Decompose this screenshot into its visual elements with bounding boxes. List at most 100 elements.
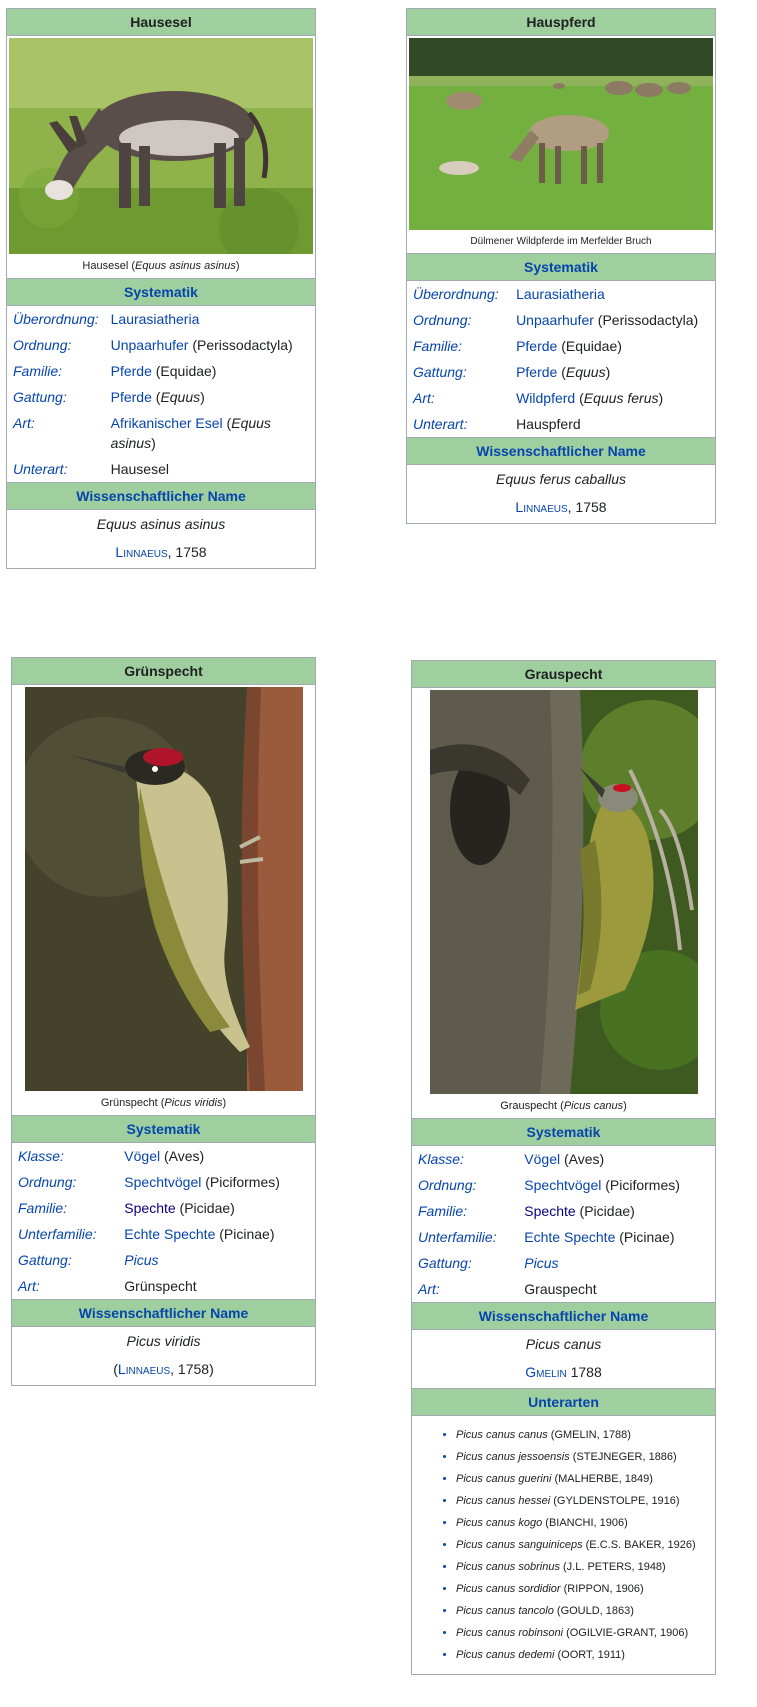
rank-row: Gattung: Pferde (Equus) — [407, 359, 715, 385]
taxon-latin: (Equidae) — [557, 338, 622, 354]
scientific-name: Equus ferus caballus — [407, 465, 715, 493]
taxon-latin: (Equidae) — [151, 363, 217, 379]
author-year: , 1758 — [567, 499, 607, 515]
paren-open: ( — [575, 390, 584, 406]
taxon-link[interactable]: Unpaarhufer — [516, 312, 594, 328]
taxon-link[interactable]: Pferde — [111, 389, 152, 405]
taxon-link[interactable]: Spechtvögel — [124, 1174, 201, 1190]
taxon-link[interactable]: Echte Spechte — [124, 1226, 215, 1242]
taxon-link[interactable]: Pferde — [516, 338, 557, 354]
rank-row: Familie: Pferde (Equidae) — [407, 333, 715, 359]
list-item: Picus canus dedemi (OORT, 1911) — [456, 1644, 709, 1666]
rank-row: Art: Grauspecht — [412, 1276, 715, 1302]
rank-row: Art: Afrikanischer Esel (Equus asinus) — [7, 410, 315, 456]
donkey-photo[interactable] — [9, 38, 313, 254]
list-item: Picus canus sanguiniceps (E.C.S. BAKER, … — [456, 1534, 709, 1556]
rank-row: Klasse: Vögel (Aves) — [12, 1143, 315, 1169]
infobox-title: Hauspferd — [407, 9, 715, 36]
list-item: Picus canus hessei (GYLDENSTOLPE, 1916) — [456, 1490, 709, 1512]
rank-label: Ordnung: — [413, 312, 472, 328]
scientific-name-text: Equus ferus caballus — [496, 471, 626, 487]
author-line: Linnaeus, 1758 — [407, 493, 715, 523]
grey-headed-woodpecker-photo[interactable] — [429, 690, 698, 1094]
rank-label: Überordnung: — [413, 286, 499, 302]
subspecies-name: Picus canus sobrinus — [456, 1561, 560, 1573]
rank-label: Gattung: — [18, 1252, 72, 1268]
scientific-name: Picus viridis — [12, 1327, 315, 1355]
taxon-name: Grünspecht — [124, 1278, 197, 1294]
wissenschaftlicher-name-header: Wissenschaftlicher Name — [12, 1299, 315, 1327]
rank-label: Art: — [413, 390, 435, 406]
subspecies-author: (OGILVIE-GRANT, 1906) — [563, 1627, 689, 1639]
author-link[interactable]: Gmelin — [525, 1364, 566, 1380]
systematik-table: Klasse: Vögel (Aves) Ordnung: Spechtvöge… — [12, 1143, 315, 1299]
subspecies-author: (RIPPON, 1906) — [560, 1583, 644, 1595]
subspecies-author: (GOULD, 1863) — [553, 1605, 634, 1617]
subspecies-name: Picus canus hessei — [456, 1495, 551, 1507]
taxon-name: Hausesel — [110, 461, 169, 477]
image-caption: Grünspecht (Picus viridis) — [100, 1097, 227, 1109]
systematik-header: Systematik — [407, 253, 715, 281]
taxon-latin: (Aves) — [160, 1148, 205, 1164]
caption-scientific: Equus asinus asinus — [135, 260, 236, 272]
author-line: (Linnaeus, 1758) — [12, 1355, 315, 1385]
scientific-name-text: Equus asinus asinus — [96, 516, 226, 532]
taxon-link[interactable]: Vögel — [124, 1148, 160, 1164]
list-item: Picus canus sobrinus (J.L. PETERS, 1948) — [456, 1556, 709, 1578]
list-item: Picus canus sordidior (RIPPON, 1906) — [456, 1578, 709, 1600]
taxon-link[interactable]: Vögel — [524, 1151, 560, 1167]
caption-scientific: Picus viridis — [164, 1097, 223, 1109]
systematik-table: Klasse: Vögel (Aves) Ordnung: Spechtvöge… — [412, 1146, 715, 1302]
taxon-link[interactable]: Spechte — [524, 1203, 575, 1219]
rank-label: Art: — [13, 415, 35, 431]
author-line: Linnaeus, 1758 — [7, 538, 315, 568]
subspecies-name: Picus canus sanguiniceps — [456, 1539, 583, 1551]
author-link[interactable]: Linnaeus — [515, 499, 567, 515]
taxon-link[interactable]: Spechtvögel — [524, 1177, 601, 1193]
taxon-latin: (Piciformes) — [601, 1177, 680, 1193]
taxon-link[interactable]: Picus — [524, 1255, 558, 1271]
taxon-latin: Equus — [160, 389, 201, 405]
author-year: 1788 — [566, 1364, 602, 1380]
taxon-link[interactable]: Wildpferd — [516, 390, 575, 406]
taxon-link[interactable]: Unpaarhufer — [111, 337, 189, 353]
taxon-link[interactable]: Afrikanischer Esel — [111, 415, 223, 431]
taxon-latin: (Perissodactyla) — [593, 312, 699, 328]
paren-close: ) — [200, 389, 205, 405]
author-link[interactable]: Linnaeus — [115, 544, 167, 560]
subspecies-author: (STEJNEGER, 1886) — [569, 1451, 677, 1463]
paren-open: ( — [222, 415, 232, 431]
taxon-link[interactable]: Pferde — [111, 363, 152, 379]
rank-row: Unterfamilie: Echte Spechte (Picinae) — [412, 1224, 715, 1250]
rank-row: Familie: Spechte (Picidae) — [12, 1195, 315, 1221]
caption-name: Grünspecht — [100, 1097, 158, 1109]
rank-row: Klasse: Vögel (Aves) — [412, 1146, 715, 1172]
taxon-link[interactable]: Laurasiatheria — [111, 311, 200, 327]
author-line: Gmelin 1788 — [412, 1358, 715, 1388]
taxon-link[interactable]: Echte Spechte — [524, 1229, 615, 1245]
wissenschaftlicher-name-header: Wissenschaftlicher Name — [7, 482, 315, 510]
green-woodpecker-photo[interactable] — [24, 687, 303, 1091]
author-link[interactable]: Linnaeus — [118, 1361, 170, 1377]
taxon-link[interactable]: Spechte — [124, 1200, 175, 1216]
taxon-latin: (Picidae) — [175, 1200, 235, 1216]
taxon-name: Grauspecht — [524, 1281, 597, 1297]
rank-label: Unterfamilie: — [18, 1226, 97, 1242]
paren-close: ) — [605, 364, 611, 380]
rank-label: Gattung: — [413, 364, 467, 380]
rank-label: Gattung: — [418, 1255, 472, 1271]
list-item: Picus canus jessoensis (STEJNEGER, 1886) — [456, 1446, 709, 1468]
horses-photo[interactable] — [409, 38, 713, 230]
infobox-title: Grünspecht — [12, 658, 315, 685]
list-item: Picus canus kogo (BIANCHI, 1906) — [456, 1512, 709, 1534]
rank-row: Art: Grünspecht — [12, 1273, 315, 1299]
scientific-name-text: Picus canus — [525, 1336, 602, 1352]
taxon-link[interactable]: Pferde — [516, 364, 557, 380]
rank-label: Gattung: — [13, 389, 67, 405]
rank-label: Familie: — [18, 1200, 68, 1216]
unterarten-header: Unterarten — [412, 1388, 715, 1416]
taxon-link[interactable]: Laurasiatheria — [516, 286, 605, 302]
rank-label: Ordnung: — [18, 1174, 77, 1190]
taxon-link[interactable]: Picus — [124, 1252, 158, 1268]
rank-label: Unterart: — [413, 416, 468, 432]
